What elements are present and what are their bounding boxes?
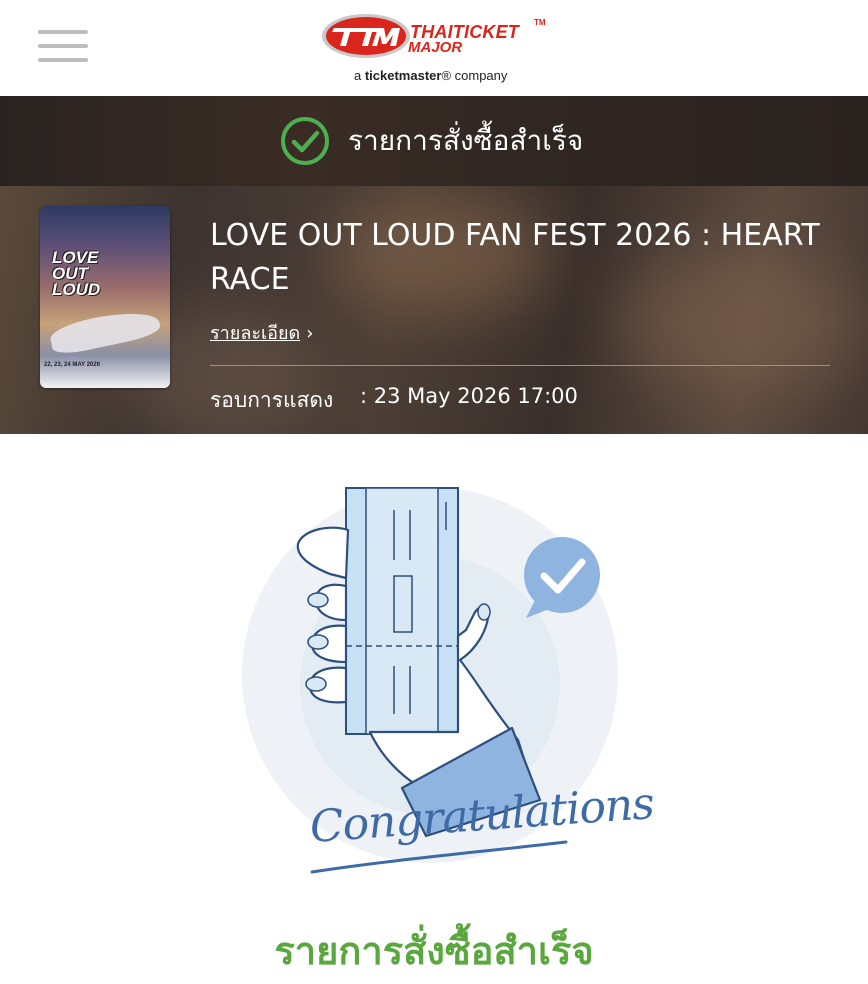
logo-tagline-suffix: ® company <box>441 68 508 83</box>
poster-race-car <box>48 304 162 358</box>
app-header: THAITICKET TM MAJOR a ticketmaster® comp… <box>0 0 868 96</box>
hamburger-menu-icon[interactable] <box>38 30 88 64</box>
poster-title: LOVE OUT LOUD <box>52 248 101 299</box>
event-poster-image: LOVE OUT LOUD 22, 23, 24 MAY 2026 <box>40 206 170 388</box>
logo-trademark: TM <box>534 18 546 27</box>
chevron-right-icon: › <box>306 323 314 344</box>
ttm-logo-mark-icon <box>322 14 410 58</box>
logo-brand-line2: MAJOR <box>408 39 463 56</box>
ticket-icon <box>345 487 459 735</box>
order-success-heading: รายการสั่งซื้อสำเร็จ <box>274 929 594 973</box>
event-summary: LOVE OUT LOUD 22, 23, 24 MAY 2026 LOVE O… <box>0 186 868 434</box>
poster-dates: 22, 23, 24 MAY 2026 <box>44 362 101 368</box>
logo-tagline-brand: ticketmaster <box>364 68 442 83</box>
thaiticketmajor-logo[interactable]: THAITICKET TM MAJOR a ticketmaster® comp… <box>320 10 552 90</box>
order-status-text: รายการสั่งซื้อสำเร็จ <box>348 124 584 157</box>
order-status-bar: รายการสั่งซื้อสำเร็จ <box>0 96 868 186</box>
show-round-value: : 23 May 2026 17:00 <box>360 384 578 408</box>
event-detail-label: รายละเอียด <box>210 323 301 344</box>
logo-tagline-prefix: a <box>354 68 365 83</box>
event-title: LOVE OUT LOUD FAN FEST 2026 : HEART RACE <box>210 218 820 297</box>
check-circle-icon <box>281 117 329 165</box>
divider <box>210 365 830 366</box>
event-detail-link[interactable]: รายละเอียด › <box>210 318 313 347</box>
logo-tagline: a ticketmaster® company <box>354 68 507 83</box>
show-round-label: รอบการแสดง <box>210 388 334 412</box>
